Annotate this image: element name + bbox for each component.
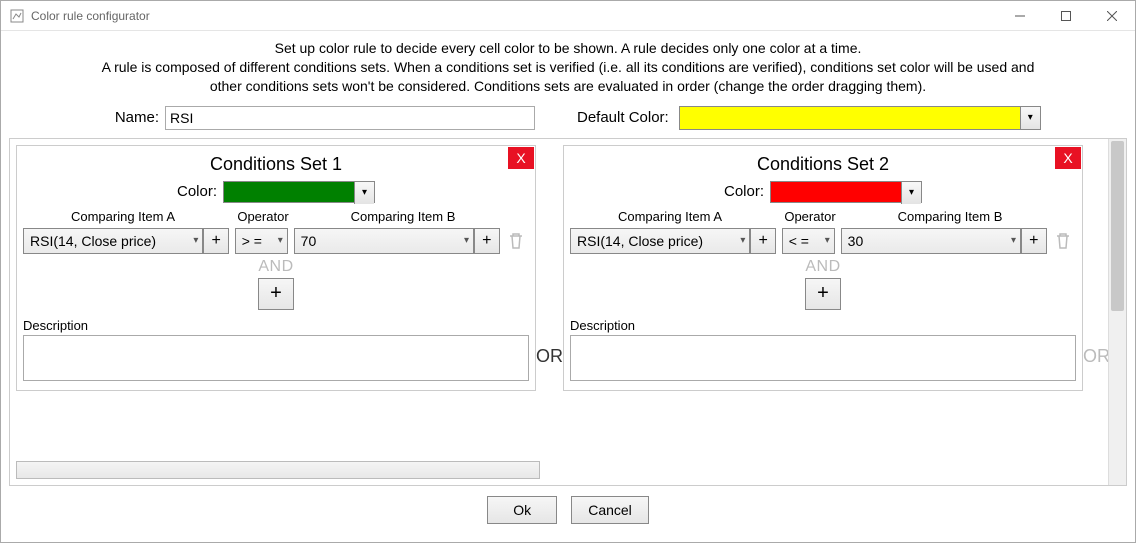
set-color-picker[interactable]: ▾ [223, 181, 375, 203]
condition-row: RSI(14, Close price) ▾ + > = ▾ 70 ▾ + [23, 228, 529, 254]
set-color-swatch [771, 182, 901, 202]
header-item-b: Comparing Item B [303, 209, 503, 224]
or-separator: OR [536, 256, 563, 367]
condition-headers: Comparing Item A Operator Comparing Item… [23, 209, 529, 224]
and-label: AND [570, 258, 1076, 276]
chevron-down-icon: ▾ [1011, 235, 1016, 246]
select-value: < = [789, 233, 809, 249]
trash-icon[interactable] [504, 228, 529, 254]
color-label: Color: [724, 183, 764, 200]
chevron-down-icon: ▾ [278, 235, 283, 246]
window-title: Color rule configurator [31, 9, 150, 23]
vertical-scrollbar[interactable] [1108, 139, 1126, 485]
description-label: Description [570, 318, 1076, 333]
add-condition-button[interactable]: + [258, 278, 294, 310]
chevron-down-icon[interactable]: ▾ [901, 182, 921, 204]
conditions-set-title: Conditions Set 2 [570, 154, 1076, 175]
header-item-a: Comparing Item A [23, 209, 223, 224]
chevron-down-icon: ▾ [740, 235, 745, 246]
operator-select[interactable]: > = ▾ [235, 228, 288, 254]
delete-set-button[interactable]: X [508, 147, 534, 169]
conditions-set-title: Conditions Set 1 [23, 154, 529, 175]
name-input[interactable] [165, 106, 535, 130]
close-button[interactable] [1089, 1, 1135, 31]
chevron-down-icon[interactable]: ▾ [1020, 107, 1040, 129]
or-separator: OR [1083, 256, 1108, 367]
conditions-sets-area: X Conditions Set 1 Color: ▾ Comparing It… [9, 138, 1127, 486]
minimize-button[interactable] [997, 1, 1043, 31]
horizontal-scrollbar[interactable] [16, 461, 540, 479]
set-color-swatch [224, 182, 354, 202]
description-label: Description [23, 318, 529, 333]
comparing-item-a-select[interactable]: RSI(14, Close price) ▾ [570, 228, 750, 254]
header-item-a: Comparing Item A [570, 209, 770, 224]
cancel-button[interactable]: Cancel [571, 496, 649, 524]
select-value: 70 [301, 233, 317, 249]
condition-row: RSI(14, Close price) ▾ + < = ▾ 30 ▾ + [570, 228, 1076, 254]
chevron-down-icon: ▾ [825, 235, 830, 246]
description-input[interactable] [570, 335, 1076, 381]
delete-set-button[interactable]: X [1055, 147, 1081, 169]
title-bar: Color rule configurator [1, 1, 1135, 31]
help-line: A rule is composed of different conditio… [9, 58, 1127, 77]
add-condition-button[interactable]: + [805, 278, 841, 310]
header-operator: Operator [770, 209, 850, 224]
comparing-item-a-select[interactable]: RSI(14, Close price) ▾ [23, 228, 203, 254]
default-color-label: Default Color: [577, 109, 669, 126]
chevron-down-icon: ▾ [464, 235, 469, 246]
add-item-a-button[interactable]: + [203, 228, 229, 254]
default-color-picker[interactable]: ▾ [679, 106, 1041, 130]
color-label: Color: [177, 183, 217, 200]
header-item-b: Comparing Item B [850, 209, 1050, 224]
condition-headers: Comparing Item A Operator Comparing Item… [570, 209, 1076, 224]
add-item-a-button[interactable]: + [750, 228, 776, 254]
set-color-picker[interactable]: ▾ [770, 181, 922, 203]
help-text: Set up color rule to decide every cell c… [9, 39, 1127, 96]
select-value: 30 [848, 233, 864, 249]
select-value: RSI(14, Close price) [30, 233, 156, 249]
name-label: Name: [29, 109, 159, 126]
help-line: Set up color rule to decide every cell c… [9, 39, 1127, 58]
conditions-set[interactable]: X Conditions Set 1 Color: ▾ Comparing It… [16, 145, 536, 391]
conditions-set[interactable]: X Conditions Set 2 Color: ▾ Comparing It… [563, 145, 1083, 391]
header-operator: Operator [223, 209, 303, 224]
operator-select[interactable]: < = ▾ [782, 228, 835, 254]
scrollbar-thumb[interactable] [1111, 141, 1124, 311]
maximize-button[interactable] [1043, 1, 1089, 31]
ok-button[interactable]: Ok [487, 496, 557, 524]
help-line: other conditions sets won't be considere… [9, 77, 1127, 96]
comparing-item-b-select[interactable]: 70 ▾ [294, 228, 474, 254]
select-value: > = [242, 233, 262, 249]
app-icon [9, 8, 25, 24]
trash-icon[interactable] [1051, 228, 1076, 254]
chevron-down-icon: ▾ [193, 235, 198, 246]
chevron-down-icon[interactable]: ▾ [354, 182, 374, 204]
description-input[interactable] [23, 335, 529, 381]
add-item-b-button[interactable]: + [1021, 228, 1047, 254]
select-value: RSI(14, Close price) [577, 233, 703, 249]
default-color-swatch [680, 107, 1020, 129]
and-label: AND [23, 258, 529, 276]
comparing-item-b-select[interactable]: 30 ▾ [841, 228, 1021, 254]
add-item-b-button[interactable]: + [474, 228, 500, 254]
